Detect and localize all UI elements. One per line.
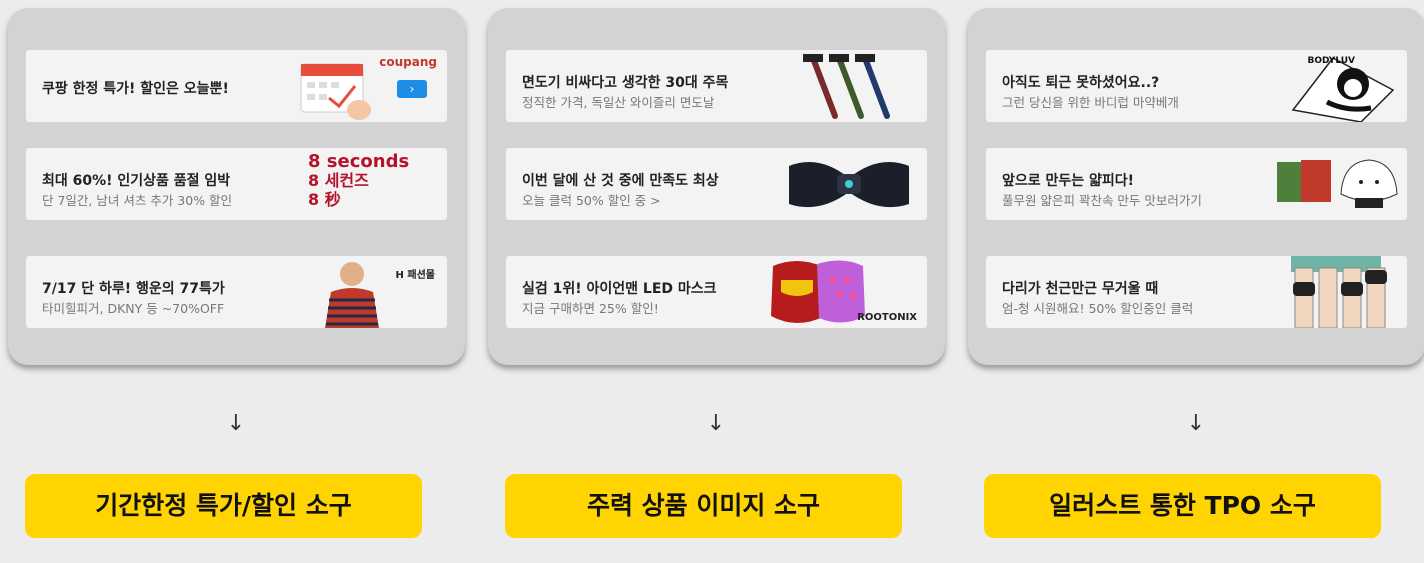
banner-title: 실검 1위! 아이언맨 LED 마스크 [522, 281, 717, 297]
legs-illustration [1291, 256, 1387, 328]
banner-subtitle: 단 7일간, 남녀 셔츠 추가 30% 할인 [42, 193, 233, 208]
banner-title: 최대 60%! 인기상품 품절 임박 [42, 173, 231, 189]
banner-led-mask[interactable]: 실검 1위! 아이언맨 LED 마스크 지금 구매하면 25% 할인! ROOT… [506, 256, 927, 328]
banner-subtitle: 그런 당신을 위한 바디럽 마약베개 [1002, 95, 1179, 110]
rootonix-logo: ROOTONIX [857, 312, 917, 323]
banner-title: 면도기 비싸다고 생각한 30대 주목 [522, 75, 729, 91]
banner-subtitle: 타미힐피거, DKNY 등 ~70%OFF [42, 301, 225, 316]
dumpling-illustration [1277, 159, 1398, 208]
banner-razor[interactable]: 면도기 비싸다고 생각한 30대 주목 정직한 가격, 독일산 와이즐리 면도날 [506, 50, 927, 122]
banner-subtitle: 정직한 가격, 독일산 와이즐리 면도날 [522, 95, 715, 110]
down-arrow-icon: ↓ [226, 411, 246, 436]
bodyluv-logo: BODYLUV [1307, 56, 1355, 66]
banner-subtitle: 오늘 클럭 50% 할인 중 > [522, 193, 661, 208]
model-tshirt-image [325, 262, 379, 328]
banner-title: 7/17 단 하루! 행운의 77특가 [42, 281, 225, 297]
ad-panel-1: 쿠팡 한정 특가! 할인은 오늘뿐! › coupang 최대 60%! 인기상… [8, 8, 465, 365]
ad-panel-2: 면도기 비싸다고 생각한 30대 주목 정직한 가격, 독일산 와이즐리 면도날… [488, 8, 945, 365]
banner-coupang[interactable]: 쿠팡 한정 특가! 할인은 오늘뿐! › coupang [26, 50, 447, 122]
banner-title: 다리가 천근만근 무거울 때 [1002, 281, 1159, 297]
razor-image [803, 54, 890, 119]
banner-title: 쿠팡 한정 특가! 할인은 오늘뿐! [42, 81, 229, 97]
banner-hfashion[interactable]: 7/17 단 하루! 행운의 77특가 타미힐피거, DKNY 등 ~70%OF… [26, 256, 447, 328]
banner-title: 아직도 퇴근 못하셨어요..? [1002, 75, 1160, 91]
label-time-limited-sale: 기간한정 특가/할인 소구 [25, 474, 422, 538]
svg-text:›: › [410, 82, 415, 96]
banner-bodyluv[interactable]: 아직도 퇴근 못하셨어요..? 그런 당신을 위한 바디럽 마약베개 BODYL… [986, 50, 1407, 122]
banner-massager[interactable]: 이번 달에 산 것 중에 만족도 최상 오늘 클럭 50% 할인 중 > [506, 148, 927, 220]
8seconds-logo: 8 seconds 8 세컨즈 8 秒 [308, 151, 410, 209]
banner-title: 이번 달에 산 것 중에 만족도 최상 [522, 173, 719, 189]
down-arrow-icon: ↓ [706, 411, 726, 436]
banner-title: 앞으로 만두는 얇피다! [1002, 173, 1135, 189]
down-arrow-icon: ↓ [1186, 411, 1206, 436]
label-main-product-image: 주력 상품 이미지 소구 [505, 474, 902, 538]
massager-image [789, 162, 909, 208]
banner-subtitle: 지금 구매하면 25% 할인! [522, 301, 659, 316]
banner-subtitle: 풀무원 얇은피 꽉찬속 만두 맛보러가기 [1002, 193, 1202, 208]
hfashion-logo: H 패션몰 [395, 270, 435, 281]
banner-dumpling[interactable]: 앞으로 만두는 얇피다! 풀무원 얇은피 꽉찬속 만두 맛보러가기 [986, 148, 1407, 220]
banner-leg-massager[interactable]: 다리가 천근만근 무거울 때 엄-청 시원해요! 50% 할인중인 클럭 [986, 256, 1407, 328]
ad-panel-3: 아직도 퇴근 못하셨어요..? 그런 당신을 위한 바디럽 마약베개 BODYL… [968, 8, 1424, 365]
ironman-mask-image [771, 260, 865, 323]
label-illustration-tpo: 일러스트 통한 TPO 소구 [984, 474, 1381, 538]
coupang-logo: coupang [379, 55, 437, 69]
banner-8seconds[interactable]: 최대 60%! 인기상품 품절 임박 단 7일간, 남녀 셔츠 추가 30% 할… [26, 148, 447, 220]
banner-subtitle: 엄-청 시원해요! 50% 할인중인 클럭 [1002, 301, 1194, 316]
